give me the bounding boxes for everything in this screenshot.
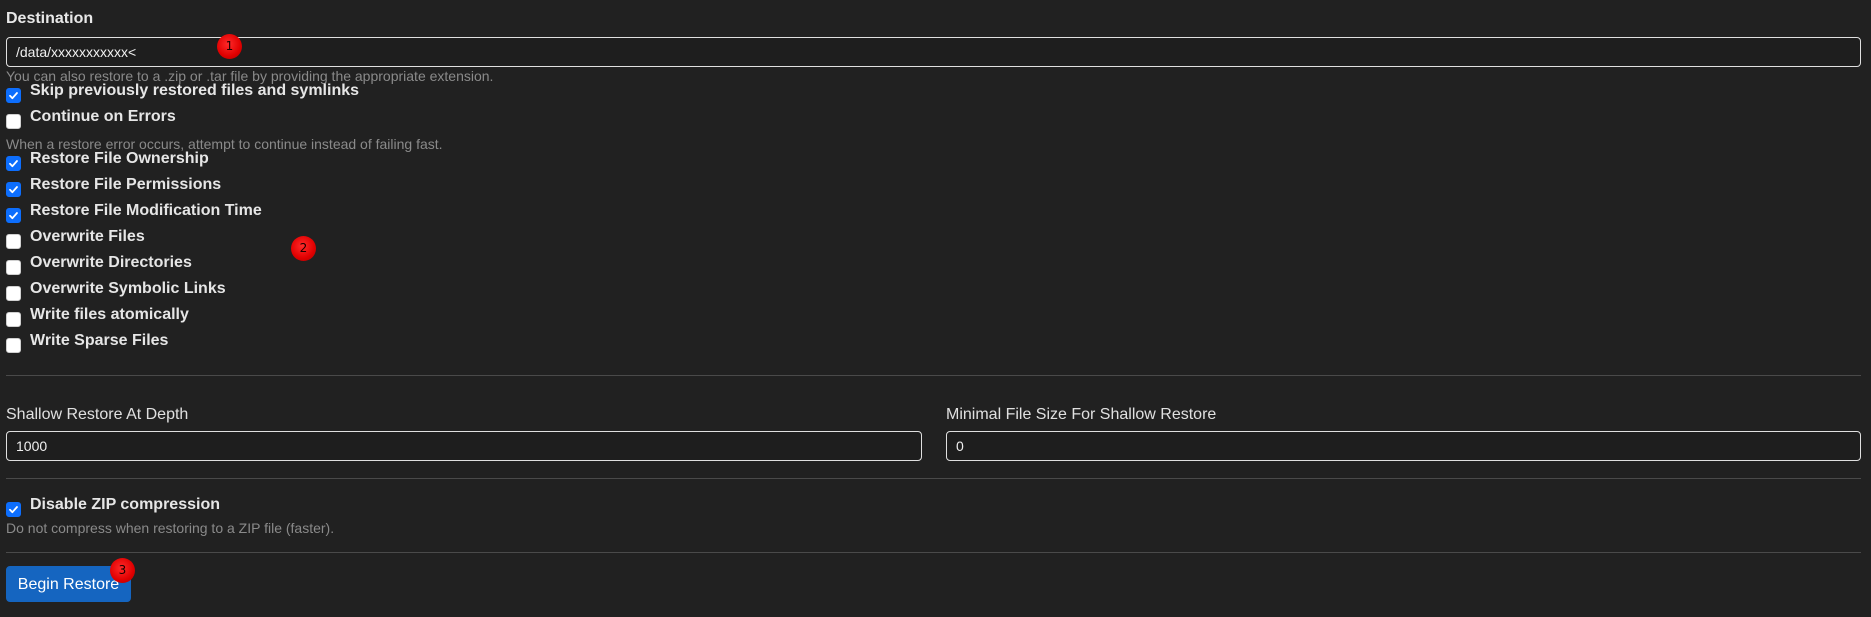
- option-write-sparse[interactable]: Write Sparse Files: [6, 332, 168, 354]
- divider: [6, 552, 1861, 553]
- check-icon: [9, 186, 18, 194]
- checkbox-unchecked[interactable]: [6, 114, 21, 129]
- option-overwrite-files[interactable]: Overwrite Files: [6, 228, 145, 250]
- option-disable-zip-compression[interactable]: Disable ZIP compression: [6, 496, 220, 518]
- check-icon: [9, 92, 18, 100]
- min-file-size-label: Minimal File Size For Shallow Restore: [946, 406, 1217, 423]
- divider: [6, 478, 1861, 479]
- shallow-depth-label: Shallow Restore At Depth: [6, 406, 189, 423]
- min-file-size-input[interactable]: [946, 431, 1861, 461]
- option-label: Restore File Ownership: [30, 150, 209, 167]
- destination-input[interactable]: [6, 37, 1861, 67]
- checkbox-unchecked[interactable]: [6, 260, 21, 275]
- check-icon: [9, 160, 18, 168]
- option-label: Restore File Modification Time: [30, 202, 262, 219]
- option-label: Skip previously restored files and symli…: [30, 82, 360, 99]
- checkbox-checked[interactable]: [6, 502, 21, 517]
- option-label: Continue on Errors: [30, 108, 176, 125]
- annotation-marker: 2: [291, 236, 316, 261]
- option-label: Overwrite Directories: [30, 254, 192, 271]
- checkbox-unchecked[interactable]: [6, 286, 21, 301]
- option-label: Overwrite Symbolic Links: [30, 280, 226, 297]
- check-icon: [9, 212, 18, 220]
- checkbox-unchecked[interactable]: [6, 338, 21, 353]
- option-label: Disable ZIP compression: [30, 496, 220, 513]
- option-overwrite-symlinks[interactable]: Overwrite Symbolic Links: [6, 280, 226, 302]
- checkbox-checked[interactable]: [6, 182, 21, 197]
- divider: [6, 375, 1861, 376]
- destination-label: Destination: [6, 10, 94, 27]
- annotation-marker: 1: [217, 34, 242, 59]
- option-skip-restored[interactable]: Skip previously restored files and symli…: [6, 82, 359, 104]
- checkbox-unchecked[interactable]: [6, 312, 21, 327]
- checkbox-checked[interactable]: [6, 88, 21, 103]
- option-label: Restore File Permissions: [30, 176, 222, 193]
- option-restore-ownership[interactable]: Restore File Ownership: [6, 150, 209, 172]
- option-restore-permissions[interactable]: Restore File Permissions: [6, 176, 221, 198]
- option-overwrite-directories[interactable]: Overwrite Directories: [6, 254, 192, 276]
- option-write-atomically[interactable]: Write files atomically: [6, 306, 189, 328]
- option-label: Write Sparse Files: [30, 332, 169, 349]
- option-restore-mtime[interactable]: Restore File Modification Time: [6, 202, 262, 224]
- option-label: Overwrite Files: [30, 228, 145, 245]
- checkbox-unchecked[interactable]: [6, 234, 21, 249]
- check-icon: [9, 506, 18, 514]
- annotation-marker: 3: [110, 558, 135, 583]
- disable-zip-help: Do not compress when restoring to a ZIP …: [6, 520, 335, 536]
- checkbox-checked[interactable]: [6, 208, 21, 223]
- option-label: Write files atomically: [30, 306, 189, 323]
- checkbox-checked[interactable]: [6, 156, 21, 171]
- shallow-depth-input[interactable]: [6, 431, 922, 461]
- option-continue-on-errors[interactable]: Continue on Errors: [6, 108, 176, 130]
